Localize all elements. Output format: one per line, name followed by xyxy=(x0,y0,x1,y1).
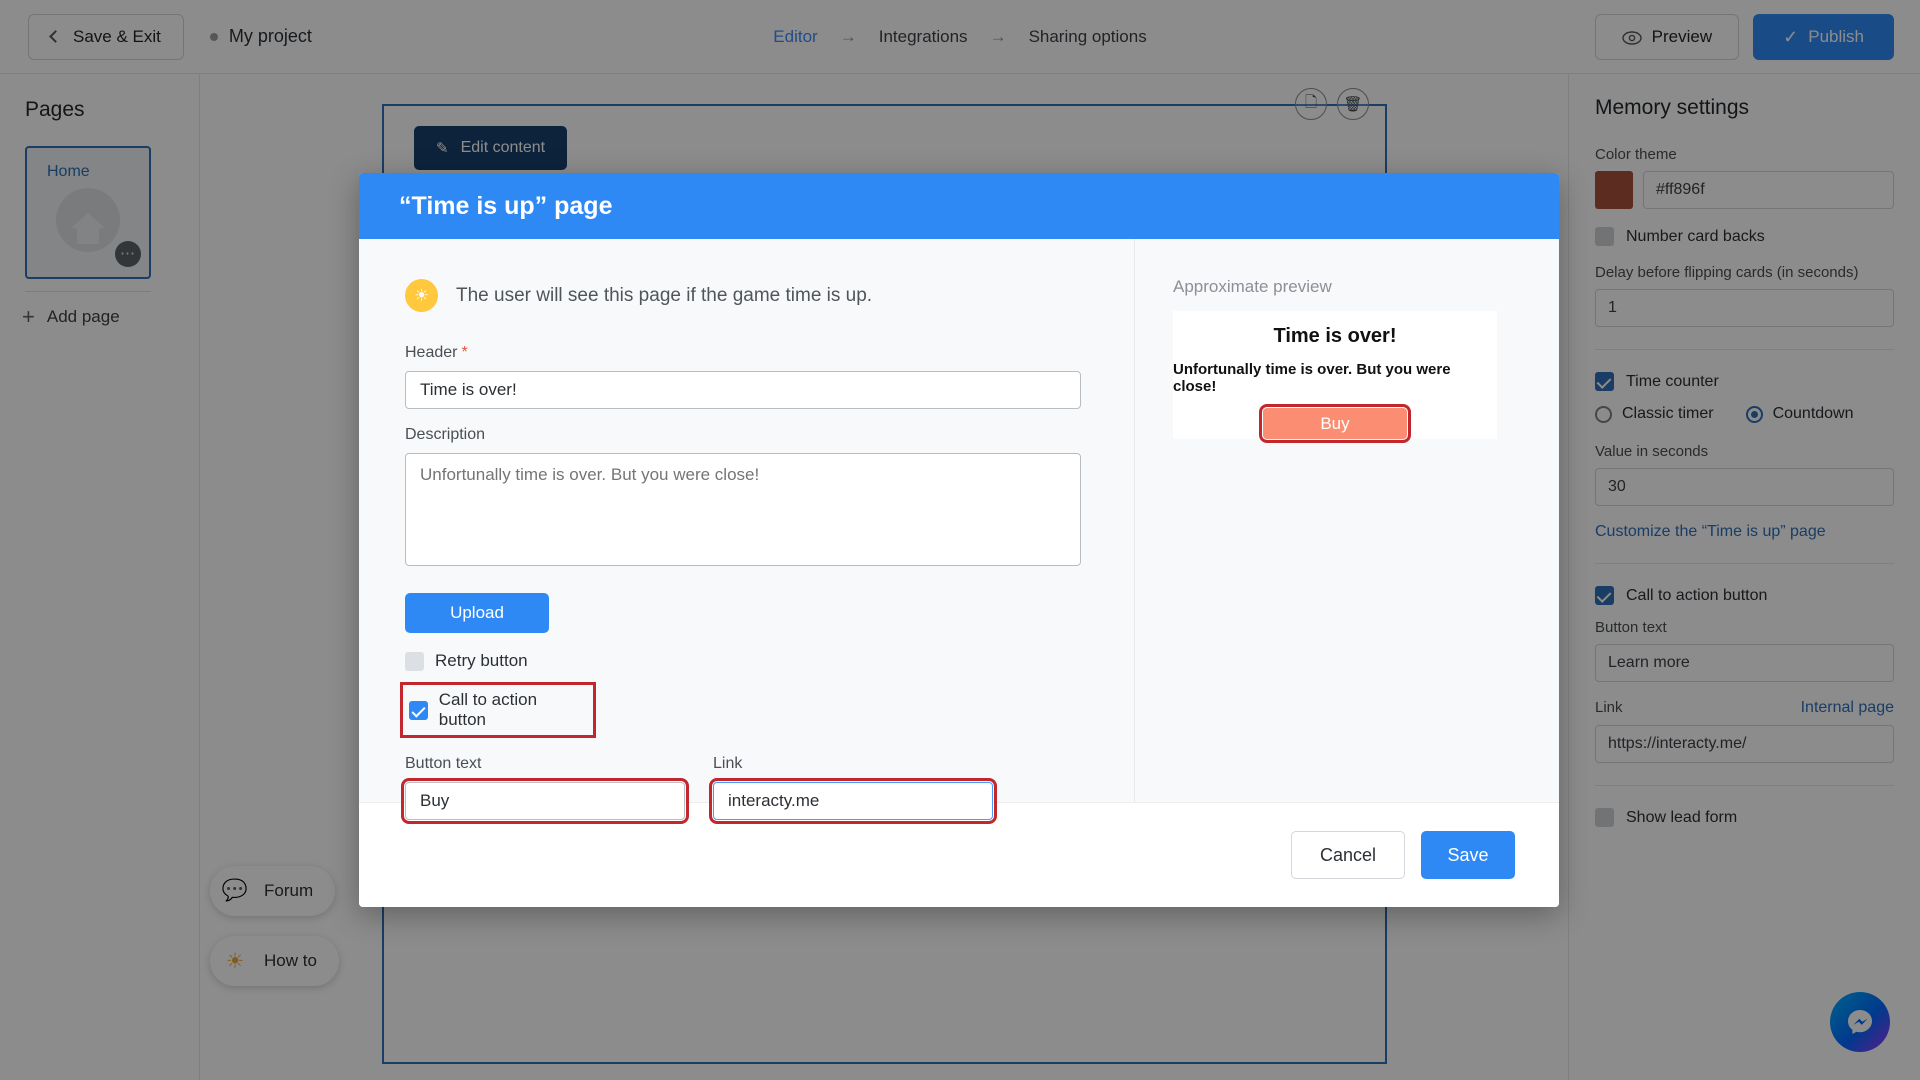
modal-link-label: Link xyxy=(713,755,743,772)
checkbox-icon xyxy=(405,651,424,671)
link-group: Link xyxy=(709,755,997,824)
retry-button-label: Retry button xyxy=(435,651,528,670)
modal-header: “Time is up” page xyxy=(359,173,1559,239)
preview-description: Unfortunally time is over. But you were … xyxy=(1173,361,1451,395)
cta-fields-row: Button text Link xyxy=(401,755,1088,824)
upload-button[interactable]: Upload xyxy=(405,593,549,633)
retry-button-checkbox[interactable]: Retry button xyxy=(405,651,1088,671)
time-is-up-modal: “Time is up” page ☀ The user will see th… xyxy=(359,173,1559,907)
modal-preview-panel: Approximate preview Time is over! Unfort… xyxy=(1134,239,1559,802)
modal-body: ☀ The user will see this page if the gam… xyxy=(359,239,1559,824)
approximate-preview-label: Approximate preview xyxy=(1173,277,1332,296)
header-input[interactable] xyxy=(405,371,1081,409)
cta-button-checkbox[interactable]: Call to action button xyxy=(400,682,596,738)
header-label-text: Header xyxy=(405,344,458,361)
modal-link-input[interactable] xyxy=(709,778,997,824)
tip-text: The user will see this page if the game … xyxy=(456,284,873,306)
preview-header: Time is over! xyxy=(1273,325,1397,347)
modal-button-text-input[interactable] xyxy=(401,778,689,824)
description-textarea[interactable] xyxy=(405,453,1081,566)
checkbox-icon xyxy=(409,700,428,720)
cta-button-label: Call to action button xyxy=(438,690,538,729)
button-text-group: Button text xyxy=(401,755,689,824)
modal-form: ☀ The user will see this page if the gam… xyxy=(359,239,1134,824)
modal-button-text-label: Button text xyxy=(405,755,482,772)
modal-header-field-label: Header * xyxy=(405,344,1088,362)
required-asterisk: * xyxy=(461,344,468,361)
preview-card: Time is over! Unfortunally time is over.… xyxy=(1173,311,1497,443)
app-root: Save & Exit My project Editor → Integrat… xyxy=(0,0,1920,1080)
tip-row: ☀ The user will see this page if the gam… xyxy=(405,279,1088,312)
preview-cta-button[interactable]: Buy xyxy=(1259,404,1411,443)
modal-title: “Time is up” page xyxy=(399,191,613,220)
description-label: Description xyxy=(405,426,486,443)
bulb-icon: ☀ xyxy=(405,279,438,312)
save-button[interactable]: Save xyxy=(1421,831,1515,879)
cancel-button[interactable]: Cancel xyxy=(1291,831,1405,879)
